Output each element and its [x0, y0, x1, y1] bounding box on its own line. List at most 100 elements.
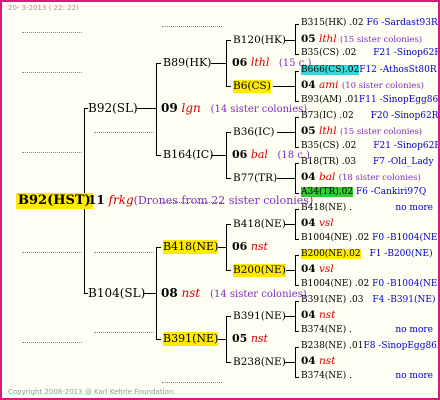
gen4-location: F20 -Sinop62R	[370, 111, 439, 121]
gen4-row[interactable]: B315(HK) .02 F6 -Sardast93R	[301, 18, 438, 29]
gen4-row[interactable]: B374(NE) . no more	[301, 371, 435, 382]
gen4-row[interactable]: B391(NE) .03 F4 -B391(NE)	[301, 295, 435, 306]
gen2-drone-info: 06 lthl (15 c.)	[232, 56, 311, 71]
gen4-row[interactable]: B73(IC) .02 F20 -Sinop62R	[301, 111, 438, 122]
gen4-row[interactable]: B666(CS).02F12 -AthosSt80R	[301, 65, 437, 76]
gen4-row[interactable]: B1004(NE) .02 F0 -B1004(NE)	[301, 233, 438, 244]
gen4-location: F6 -Cankiri97Q	[355, 187, 427, 197]
gen2-year: 06	[232, 56, 248, 69]
gen3-note: (18 sister colonies)	[338, 173, 421, 183]
gen4-label: B1004(NE)	[301, 233, 352, 243]
gen4-label: B374(NE)	[301, 371, 347, 381]
gen3-drone-info: 04 vsl	[301, 263, 334, 276]
gen1-node[interactable]: B104(SL)	[88, 286, 145, 301]
gen4-label: B35(CS)	[301, 48, 340, 58]
header-timestamp: 20- 3-2013 ( 22: 22)	[8, 4, 79, 12]
gen3-node[interactable]: B418(NE)	[233, 218, 286, 231]
gen4-row[interactable]: B18(TR) .03 F7 -Old_Lady	[301, 157, 434, 168]
gen3-node[interactable]: B6(CS)	[233, 80, 271, 93]
gen3-node[interactable]: B36(IC)	[233, 126, 274, 139]
gen3-year: 04	[301, 79, 316, 91]
gen1-drone-info: 09 lgn (14 sister colonies)	[161, 101, 307, 117]
gen4-year: .	[349, 325, 353, 335]
gen3-drone-info: 04 bal (18 sister colonies)	[301, 171, 421, 185]
gen4-row[interactable]: B238(NE) .01F8 -SinopEgg86R	[301, 341, 440, 352]
gen4-row[interactable]: B200(NE).02 F1 -B200(NE)	[301, 249, 433, 260]
root-year: 11	[88, 193, 105, 207]
gen3-drone-info: 05 lthl (15 sister colonies)	[301, 125, 422, 139]
gen3-prefix: lthl	[318, 33, 337, 45]
gen4-year: .03	[341, 157, 357, 167]
gen4-label: B200(NE)	[301, 249, 347, 259]
gen4-location: F4 -B391(NE)	[372, 295, 436, 305]
gen2-node[interactable]: B391(NE)	[163, 332, 219, 346]
gen3-year: 04	[301, 263, 316, 275]
gen4-label: B35(CS)	[301, 141, 340, 151]
gen2-node[interactable]: B418(NE)	[163, 240, 219, 254]
gen2-node[interactable]: B89(HK)	[163, 56, 211, 70]
gen3-drone-info: 04 nst	[301, 355, 335, 368]
gen3-note: (15 sister colonies)	[340, 35, 423, 45]
gen1-drone-info: 08 nst (14 sister colonies)	[161, 286, 307, 302]
gen4-location: F1 -B200(NE)	[369, 249, 433, 259]
gen4-row[interactable]: B93(AM) .01F11 -SinopEgg86R	[301, 95, 438, 106]
gen4-location: F6 -Sardast93R	[366, 18, 438, 28]
gen4-year: .02	[338, 187, 354, 197]
gen4-row[interactable]: B35(CS) .02 F21 -Sinop62R	[301, 141, 438, 152]
root-drone-info: 11 frkg(Drones from 22 sister colonies)	[88, 193, 313, 208]
gen2-prefix: lthl	[250, 56, 270, 69]
gen4-year: .01	[344, 95, 360, 105]
gen3-year: 05	[301, 33, 316, 45]
gen3-prefix: bal	[318, 171, 336, 183]
gen4-year: .	[349, 203, 353, 213]
gen4-row[interactable]: B1004(NE) .02 F0 -B1004(NE)	[301, 279, 440, 290]
gen4-location: F7 -Old_Lady	[372, 157, 434, 167]
gen3-prefix: lthl	[318, 125, 337, 137]
gen2-prefix: bal	[250, 148, 268, 161]
gen3-prefix: ami	[318, 79, 339, 91]
gen4-location: F12 -AthosSt80R	[359, 65, 437, 75]
gen3-prefix: vsl	[318, 263, 334, 275]
gen3-drone-info: 04 ami (10 sister colonies)	[301, 79, 424, 93]
gen4-year: .02	[349, 18, 364, 28]
gen3-node[interactable]: B77(TR)	[233, 172, 277, 185]
gen4-year: .02	[346, 249, 361, 259]
gen4-label: B18(TR)	[301, 157, 339, 167]
gen4-row[interactable]: B35(CS) .02 F21 -Sinop62R	[301, 48, 440, 59]
gen4-label: B374(NE)	[301, 325, 347, 335]
gen3-note: (10 sister colonies)	[341, 81, 424, 91]
gen4-location: F21 -Sinop62R	[373, 48, 440, 58]
gen2-drone-info: 05 nst	[232, 332, 268, 346]
gen2-drone-info: 06 nst	[232, 240, 268, 254]
gen4-label: B418(NE)	[301, 203, 347, 213]
gen3-year: 04	[301, 217, 316, 229]
gen4-year: .02	[354, 279, 370, 289]
gen2-prefix: nst	[250, 240, 268, 253]
gen4-row[interactable]: B374(NE) . no more	[301, 325, 435, 336]
gen3-node[interactable]: B120(HK)	[233, 34, 286, 47]
gen4-row[interactable]: A34(TR).02 F6 -Cankiri97Q	[301, 187, 426, 198]
gen3-year: 04	[301, 355, 316, 367]
gen3-node[interactable]: B200(NE)	[233, 264, 286, 277]
gen4-year: .02	[342, 141, 357, 151]
gen2-node[interactable]: B164(IC)	[163, 148, 213, 162]
gen3-year: 04	[301, 309, 316, 321]
gen4-location: F0 -B1004(NE)	[372, 279, 440, 289]
gen3-drone-info: 05 lthl (15 sister colonies)	[301, 33, 422, 47]
gen3-note: (15 sister colonies)	[340, 127, 423, 137]
gen2-prefix: nst	[250, 332, 268, 345]
gen3-node[interactable]: B238(NE)	[233, 356, 286, 369]
gen2-drone-info: 06 bal (18 c.)	[232, 148, 310, 163]
gen1-node[interactable]: B92(SL)	[88, 101, 138, 116]
gen4-year: .02	[354, 233, 370, 243]
root-node[interactable]: B92(HST)	[16, 193, 93, 209]
gen4-location: F8 -SinopEgg86R	[363, 341, 440, 351]
gen4-location: no more	[395, 325, 433, 335]
gen3-year: 05	[301, 125, 316, 137]
gen4-year: .03	[349, 295, 364, 305]
gen4-location: no more	[395, 371, 433, 381]
gen4-label: B315(HK)	[301, 18, 347, 28]
pedigree-frame: 20- 3-2013 ( 22: 22) B92(HST) 11 frkg(Dr…	[0, 0, 440, 400]
gen4-row[interactable]: B418(NE) . no more	[301, 203, 435, 214]
gen3-node[interactable]: B391(NE)	[233, 310, 286, 323]
